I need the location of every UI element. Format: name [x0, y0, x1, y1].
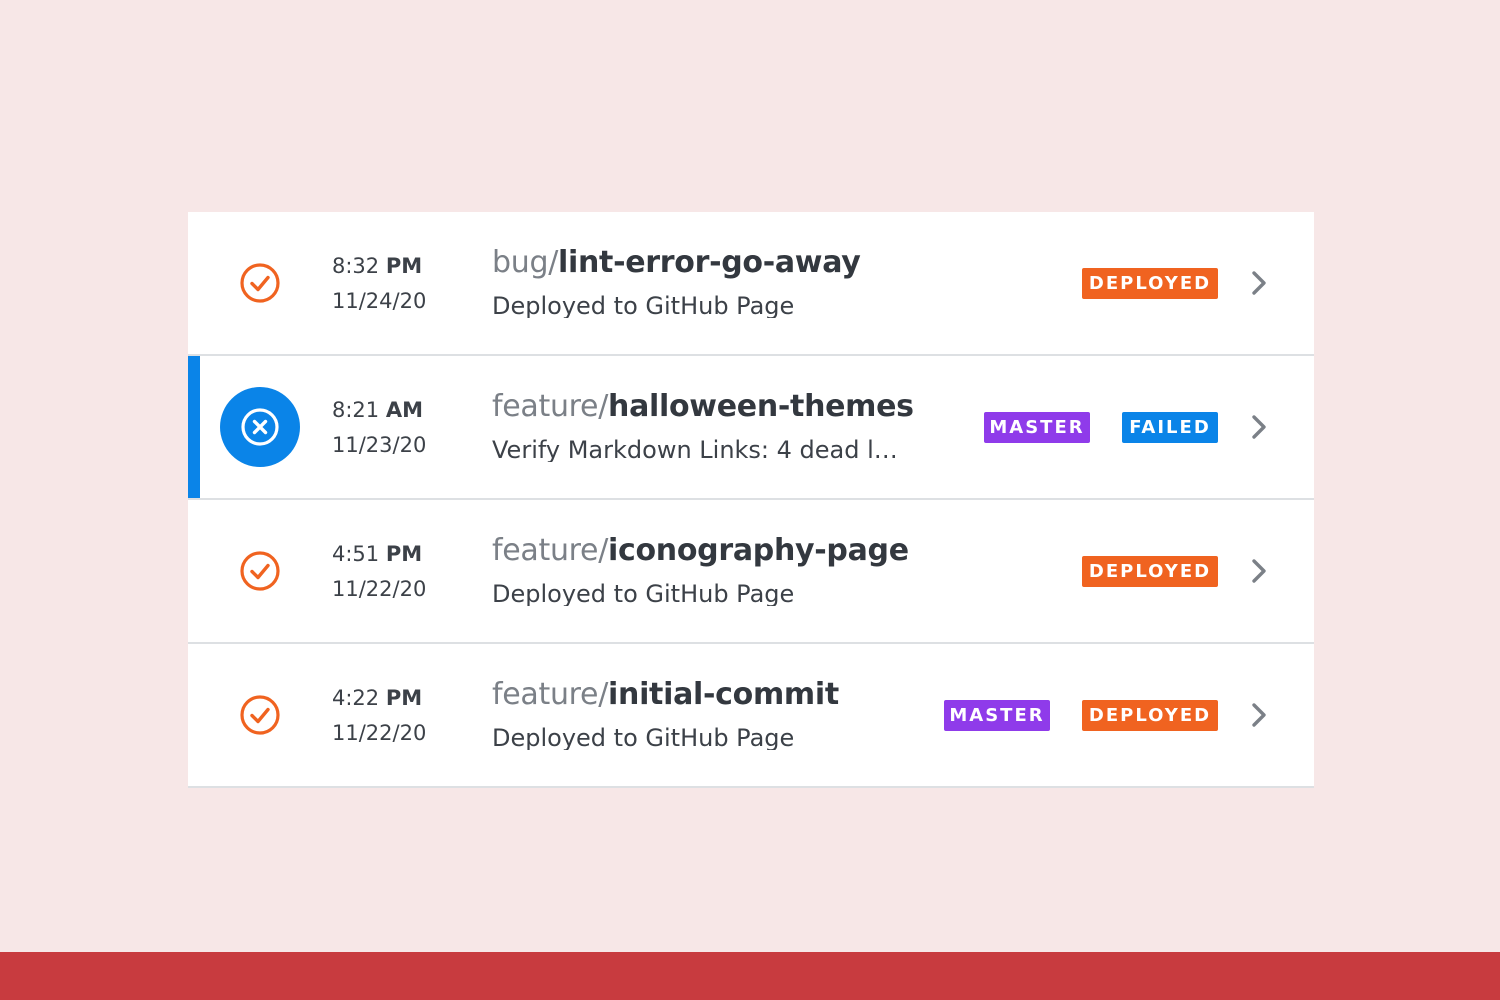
- branch-title[interactable]: feature/halloween-themes: [492, 392, 914, 422]
- status-badge-deployed: DEPLOYED: [1082, 556, 1218, 587]
- deployment-date: 11/22/20: [332, 577, 427, 601]
- deployment-date: 11/24/20: [332, 289, 427, 313]
- branch-prefix: feature/: [492, 533, 609, 568]
- branch-title[interactable]: bug/lint-error-go-away: [492, 248, 861, 278]
- branch-name: halloween-themes: [608, 389, 914, 424]
- deployment-row[interactable]: 8:32 PM 11/24/20 bug/lint-error-go-away …: [188, 212, 1314, 356]
- check-circle-icon: [220, 243, 300, 323]
- chevron-right-icon[interactable]: [1246, 270, 1272, 296]
- bottom-bar: [0, 952, 1500, 1000]
- check-circle-icon: [220, 531, 300, 611]
- branch-prefix: feature/: [492, 677, 609, 712]
- branch-title[interactable]: feature/initial-commit: [492, 680, 839, 710]
- branch-prefix: feature/: [492, 389, 609, 424]
- deployment-time: 8:21 AM: [332, 398, 424, 422]
- chevron-right-icon[interactable]: [1246, 702, 1272, 728]
- deployment-message: Deployed to GitHub Page: [492, 582, 795, 606]
- branch-prefix: bug/: [492, 245, 559, 280]
- branch-title[interactable]: feature/iconography-page: [492, 536, 909, 566]
- deployment-time: 4:22 PM: [332, 686, 423, 710]
- deployment-time: 8:32 PM: [332, 254, 423, 278]
- branch-name: lint-error-go-away: [558, 245, 861, 280]
- deployment-list: 8:32 PM 11/24/20 bug/lint-error-go-away …: [188, 212, 1314, 788]
- deployment-row-selected[interactable]: 8:21 AM 11/23/20 feature/halloween-theme…: [188, 356, 1314, 500]
- deployment-message: Verify Markdown Links: 4 dead links foun…: [492, 438, 898, 462]
- status-badge-deployed: DEPLOYED: [1082, 268, 1218, 299]
- deployment-row[interactable]: 4:51 PM 11/22/20 feature/iconography-pag…: [188, 500, 1314, 644]
- status-badge-failed: FAILED: [1122, 412, 1218, 443]
- chevron-right-icon[interactable]: [1246, 414, 1272, 440]
- deployment-row[interactable]: 4:22 PM 11/22/20 feature/initial-commit …: [188, 644, 1314, 788]
- branch-name: iconography-page: [608, 533, 909, 568]
- deployment-time: 4:51 PM: [332, 542, 423, 566]
- deployment-message: Deployed to GitHub Page: [492, 294, 795, 318]
- deployment-message: Deployed to GitHub Page: [492, 726, 795, 750]
- status-badge-deployed: DEPLOYED: [1082, 700, 1218, 731]
- x-circle-icon: [220, 387, 300, 467]
- branch-badge-master: MASTER: [944, 700, 1050, 731]
- chevron-right-icon[interactable]: [1246, 558, 1272, 584]
- branch-name: initial-commit: [608, 677, 839, 712]
- check-circle-icon: [220, 675, 300, 755]
- branch-badge-master: MASTER: [984, 412, 1090, 443]
- deployment-date: 11/22/20: [332, 721, 427, 745]
- deployment-date: 11/23/20: [332, 433, 427, 457]
